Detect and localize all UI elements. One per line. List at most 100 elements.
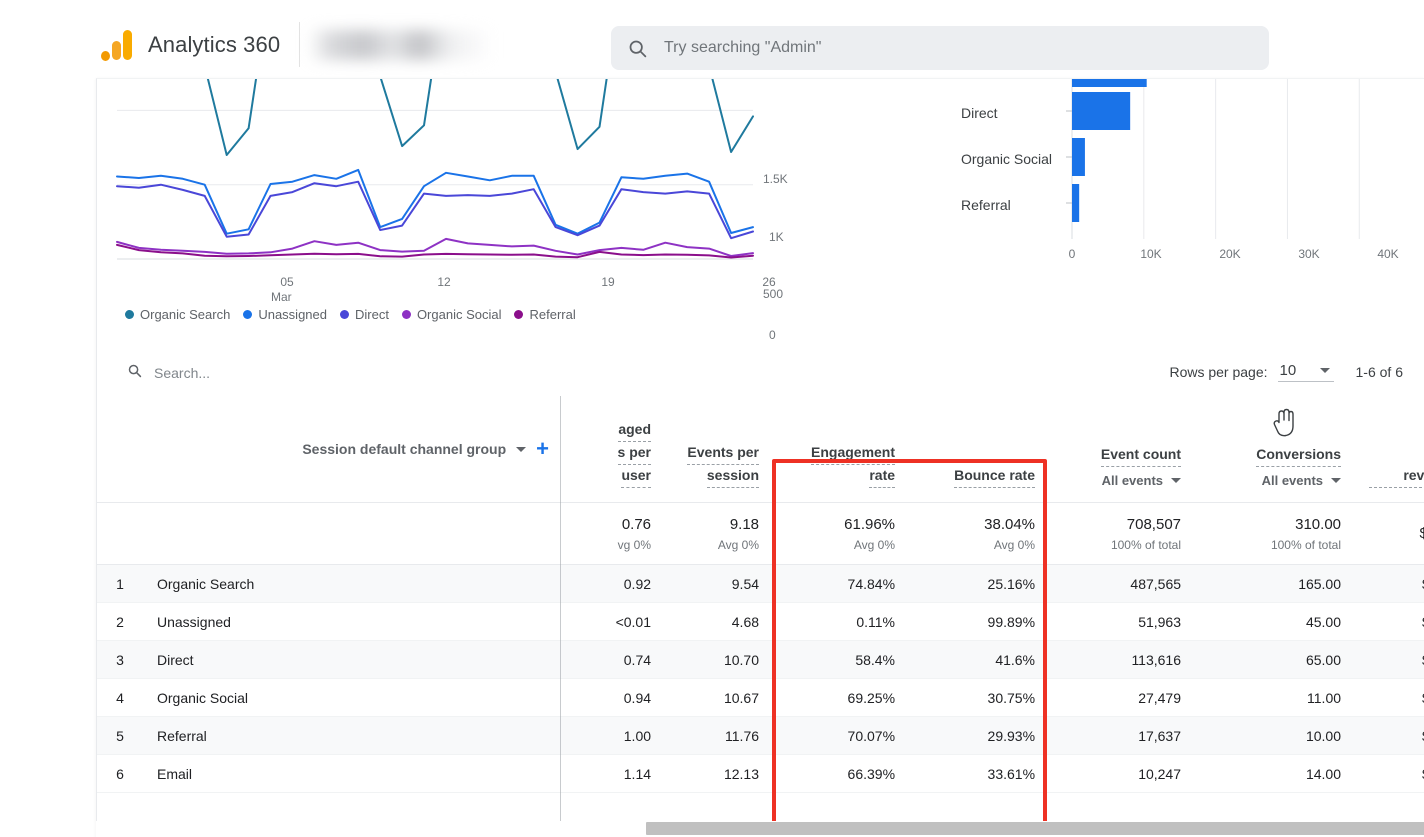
row-cell-engagement-rate: 0.11% [773,603,909,641]
legend-dot-icon [514,310,523,319]
legend-item-1[interactable]: Unassigned [243,307,327,322]
property-selector-redacted[interactable] [308,30,494,60]
row-cell-conversions: 165.00 [1195,565,1355,603]
column-header-events-per-session[interactable]: Events per session [655,396,773,503]
row-cell-engagement-rate: 66.39% [773,755,909,793]
column-header-engagement-rate[interactable]: Engagement rate [773,396,909,503]
row-channel-name[interactable]: Organic Social [143,679,561,717]
totals-row: 0.76 vg 0% 9.18 Avg 0% 61.96% Avg 0% 3 [97,503,1424,565]
row-cell-conversions: 45.00 [1195,603,1355,641]
totals-engagement-rate: 61.96% Avg 0% [773,503,909,565]
line-chart-ytick-1500: 1.5K [763,172,788,186]
brand[interactable]: Analytics 360 [100,28,280,62]
legend-dot-icon [402,310,411,319]
bar-chart[interactable]: Direct Organic Social Referral 0 10K 20K… [857,79,1417,279]
row-cell-event-count: 17,637 [1049,717,1195,755]
totals-conversions: 310.00 100% of total [1195,503,1355,565]
legend-item-0[interactable]: Organic Search [125,307,230,322]
search-icon [627,38,648,59]
rows-per-page-select[interactable]: 10 [1278,362,1334,382]
legend-item-3[interactable]: Organic Social [402,307,502,322]
totals-events-per-session: 9.18 Avg 0% [655,503,773,565]
line-chart-svg [105,79,817,294]
horizontal-scrollbar-track[interactable] [96,821,1424,837]
column-header-engaged-sessions-per-user[interactable]: aged s per user [561,396,655,503]
horizontal-scrollbar-thumb[interactable] [646,822,1424,835]
column-title-line-1: aged [618,419,651,442]
dimension-header: Session default channel group + [97,396,561,503]
column-title-line-3: user [621,465,651,488]
pagination-range: 1-6 of 6 [1356,364,1403,380]
row-index: 2 [97,603,143,641]
totals-value: 708,507 [1063,516,1181,533]
line-chart-ytick-0: 0 [769,328,776,342]
row-channel-name[interactable]: Referral [143,717,561,755]
row-cell-events-per-session: 4.68 [655,603,773,641]
table-toolbar: Search... Rows per page: 10 1-6 of 6 [97,354,1424,396]
column-title-line-1: Events per [687,442,759,465]
table-row[interactable]: 6Email1.1412.1366.39%33.61%10,24714.00$0… [97,755,1424,793]
line-chart-ytick-500: 500 [763,287,783,301]
line-chart[interactable]: 1.5K 1K 500 0 05 Mar 12 19 26 [105,79,817,324]
legend-dot-icon [243,310,252,319]
row-cell-bounce-rate: 29.93% [909,717,1049,755]
table-row[interactable]: 1Organic Search0.929.5474.84%25.16%487,5… [97,565,1424,603]
column-sub-label: All events [1262,473,1323,488]
row-cell-engaged-sessions-per-user: <0.01 [561,603,655,641]
column-header-bounce-rate[interactable]: Bounce rate [909,396,1049,503]
column-title-line-2: session [707,465,759,488]
row-channel-name[interactable]: Organic Search [143,565,561,603]
charts-area: 1.5K 1K 500 0 05 Mar 12 19 26 Organic Se… [97,79,1424,339]
row-index: 4 [97,679,143,717]
bar-chart-xtick-0: 0 [1052,247,1092,261]
totals-sub: Avg 0% [923,538,1035,552]
row-index: 1 [97,565,143,603]
chevron-down-icon[interactable] [516,447,526,452]
row-channel-name[interactable]: Unassigned [143,603,561,641]
chevron-down-icon [1171,478,1181,483]
column-title-line-1: Total revenue [1369,444,1424,488]
totals-bounce-rate: 38.04% Avg 0% [909,503,1049,565]
header-divider [299,22,300,67]
search-placeholder: Try searching "Admin" [664,39,821,57]
totals-sub: Avg 0% [669,538,759,552]
row-cell-engagement-rate: 74.84% [773,565,909,603]
legend-item-4[interactable]: Referral [514,307,575,322]
plus-icon[interactable]: + [536,438,549,460]
google-analytics-logo-icon [100,28,134,62]
page-root: Analytics 360 Try searching "Admin" 1.5K… [0,0,1424,837]
report-card: 1.5K 1K 500 0 05 Mar 12 19 26 Organic Se… [96,78,1424,837]
row-cell-events-per-session: 10.67 [655,679,773,717]
row-cell-conversions: 14.00 [1195,755,1355,793]
rows-per-page-control: Rows per page: 10 1-6 of 6 [1169,362,1403,382]
row-cell-engaged-sessions-per-user: 0.74 [561,641,655,679]
bar-2 [1072,184,1079,222]
table-row[interactable]: 3Direct0.7410.7058.4%41.6%113,61665.00$0… [97,641,1424,679]
row-channel-name[interactable]: Direct [143,641,561,679]
row-cell-event-count: 487,565 [1049,565,1195,603]
row-cell-total-revenue: $0.00 [1355,603,1424,641]
bar-chart-xtick-30k: 30K [1289,247,1329,261]
row-cell-bounce-rate: 99.89% [909,603,1049,641]
bar-1 [1072,138,1085,176]
table-row[interactable]: 2Unassigned<0.014.680.11%99.89%51,96345.… [97,603,1424,641]
column-title-line-1: Engagement [811,442,895,465]
table-search-input[interactable]: Search... [127,363,210,383]
row-cell-total-revenue: $0.00 [1355,565,1424,603]
row-cell-engaged-sessions-per-user: 1.00 [561,717,655,755]
column-header-total-revenue[interactable]: Total revenue [1355,396,1424,503]
column-header-event-count[interactable]: Event count All events [1049,396,1195,503]
totals-sub: Avg 0% [787,538,895,552]
legend-label: Organic Search [140,307,230,322]
table-row[interactable]: 4Organic Social0.9410.6769.25%30.75%27,4… [97,679,1424,717]
table-row[interactable]: 5Referral1.0011.7670.07%29.93%17,63710.0… [97,717,1424,755]
row-cell-event-count: 10,247 [1049,755,1195,793]
column-subselect-conversions[interactable]: All events [1209,473,1341,488]
row-channel-name[interactable]: Email [143,755,561,793]
legend-dot-icon [340,310,349,319]
row-cell-events-per-session: 11.76 [655,717,773,755]
legend-item-2[interactable]: Direct [340,307,389,322]
search-input[interactable]: Try searching "Admin" [611,26,1269,70]
column-subselect-event-count[interactable]: All events [1063,473,1181,488]
line-chart-xtick-19: 19 [586,275,630,289]
